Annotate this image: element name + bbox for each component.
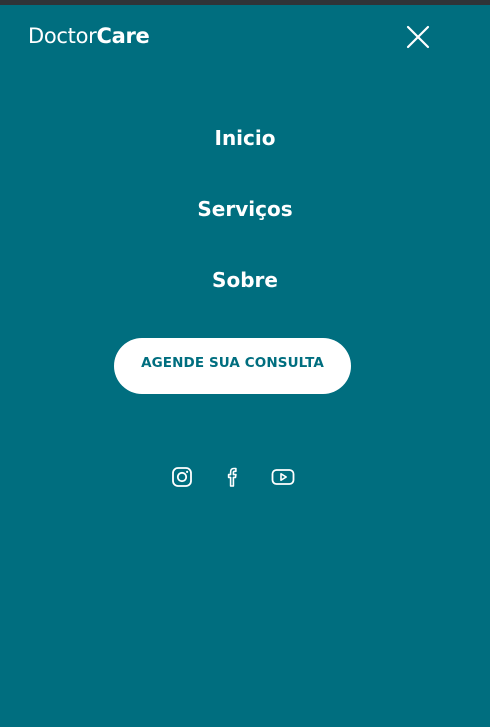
close-menu-button[interactable] xyxy=(403,22,433,52)
nav-link-inicio[interactable]: Inicio xyxy=(215,120,276,156)
instagram-icon xyxy=(172,467,192,487)
nav-list: Inicio Serviços Sobre xyxy=(0,120,490,333)
facebook-link[interactable] xyxy=(220,464,246,490)
youtube-link[interactable] xyxy=(270,464,296,490)
schedule-appointment-button[interactable]: AGENDE SUA CONSULTA xyxy=(114,338,351,394)
nav-link-servicos[interactable]: Serviços xyxy=(197,191,292,227)
nav-link-sobre[interactable]: Sobre xyxy=(212,262,278,298)
facebook-icon xyxy=(227,467,237,487)
instagram-link[interactable] xyxy=(169,464,195,490)
logo-text-bold: Care xyxy=(96,24,150,48)
logo[interactable]: DoctorCare xyxy=(28,24,150,48)
close-icon xyxy=(406,25,430,49)
social-links xyxy=(0,464,490,490)
nav-item-inicio: Inicio xyxy=(0,120,490,191)
nav-item-servicos: Serviços xyxy=(0,191,490,262)
browser-top-strip xyxy=(0,0,490,5)
nav-item-sobre: Sobre xyxy=(0,262,490,333)
youtube-icon xyxy=(271,469,295,485)
logo-text-light: Doctor xyxy=(28,24,97,48)
